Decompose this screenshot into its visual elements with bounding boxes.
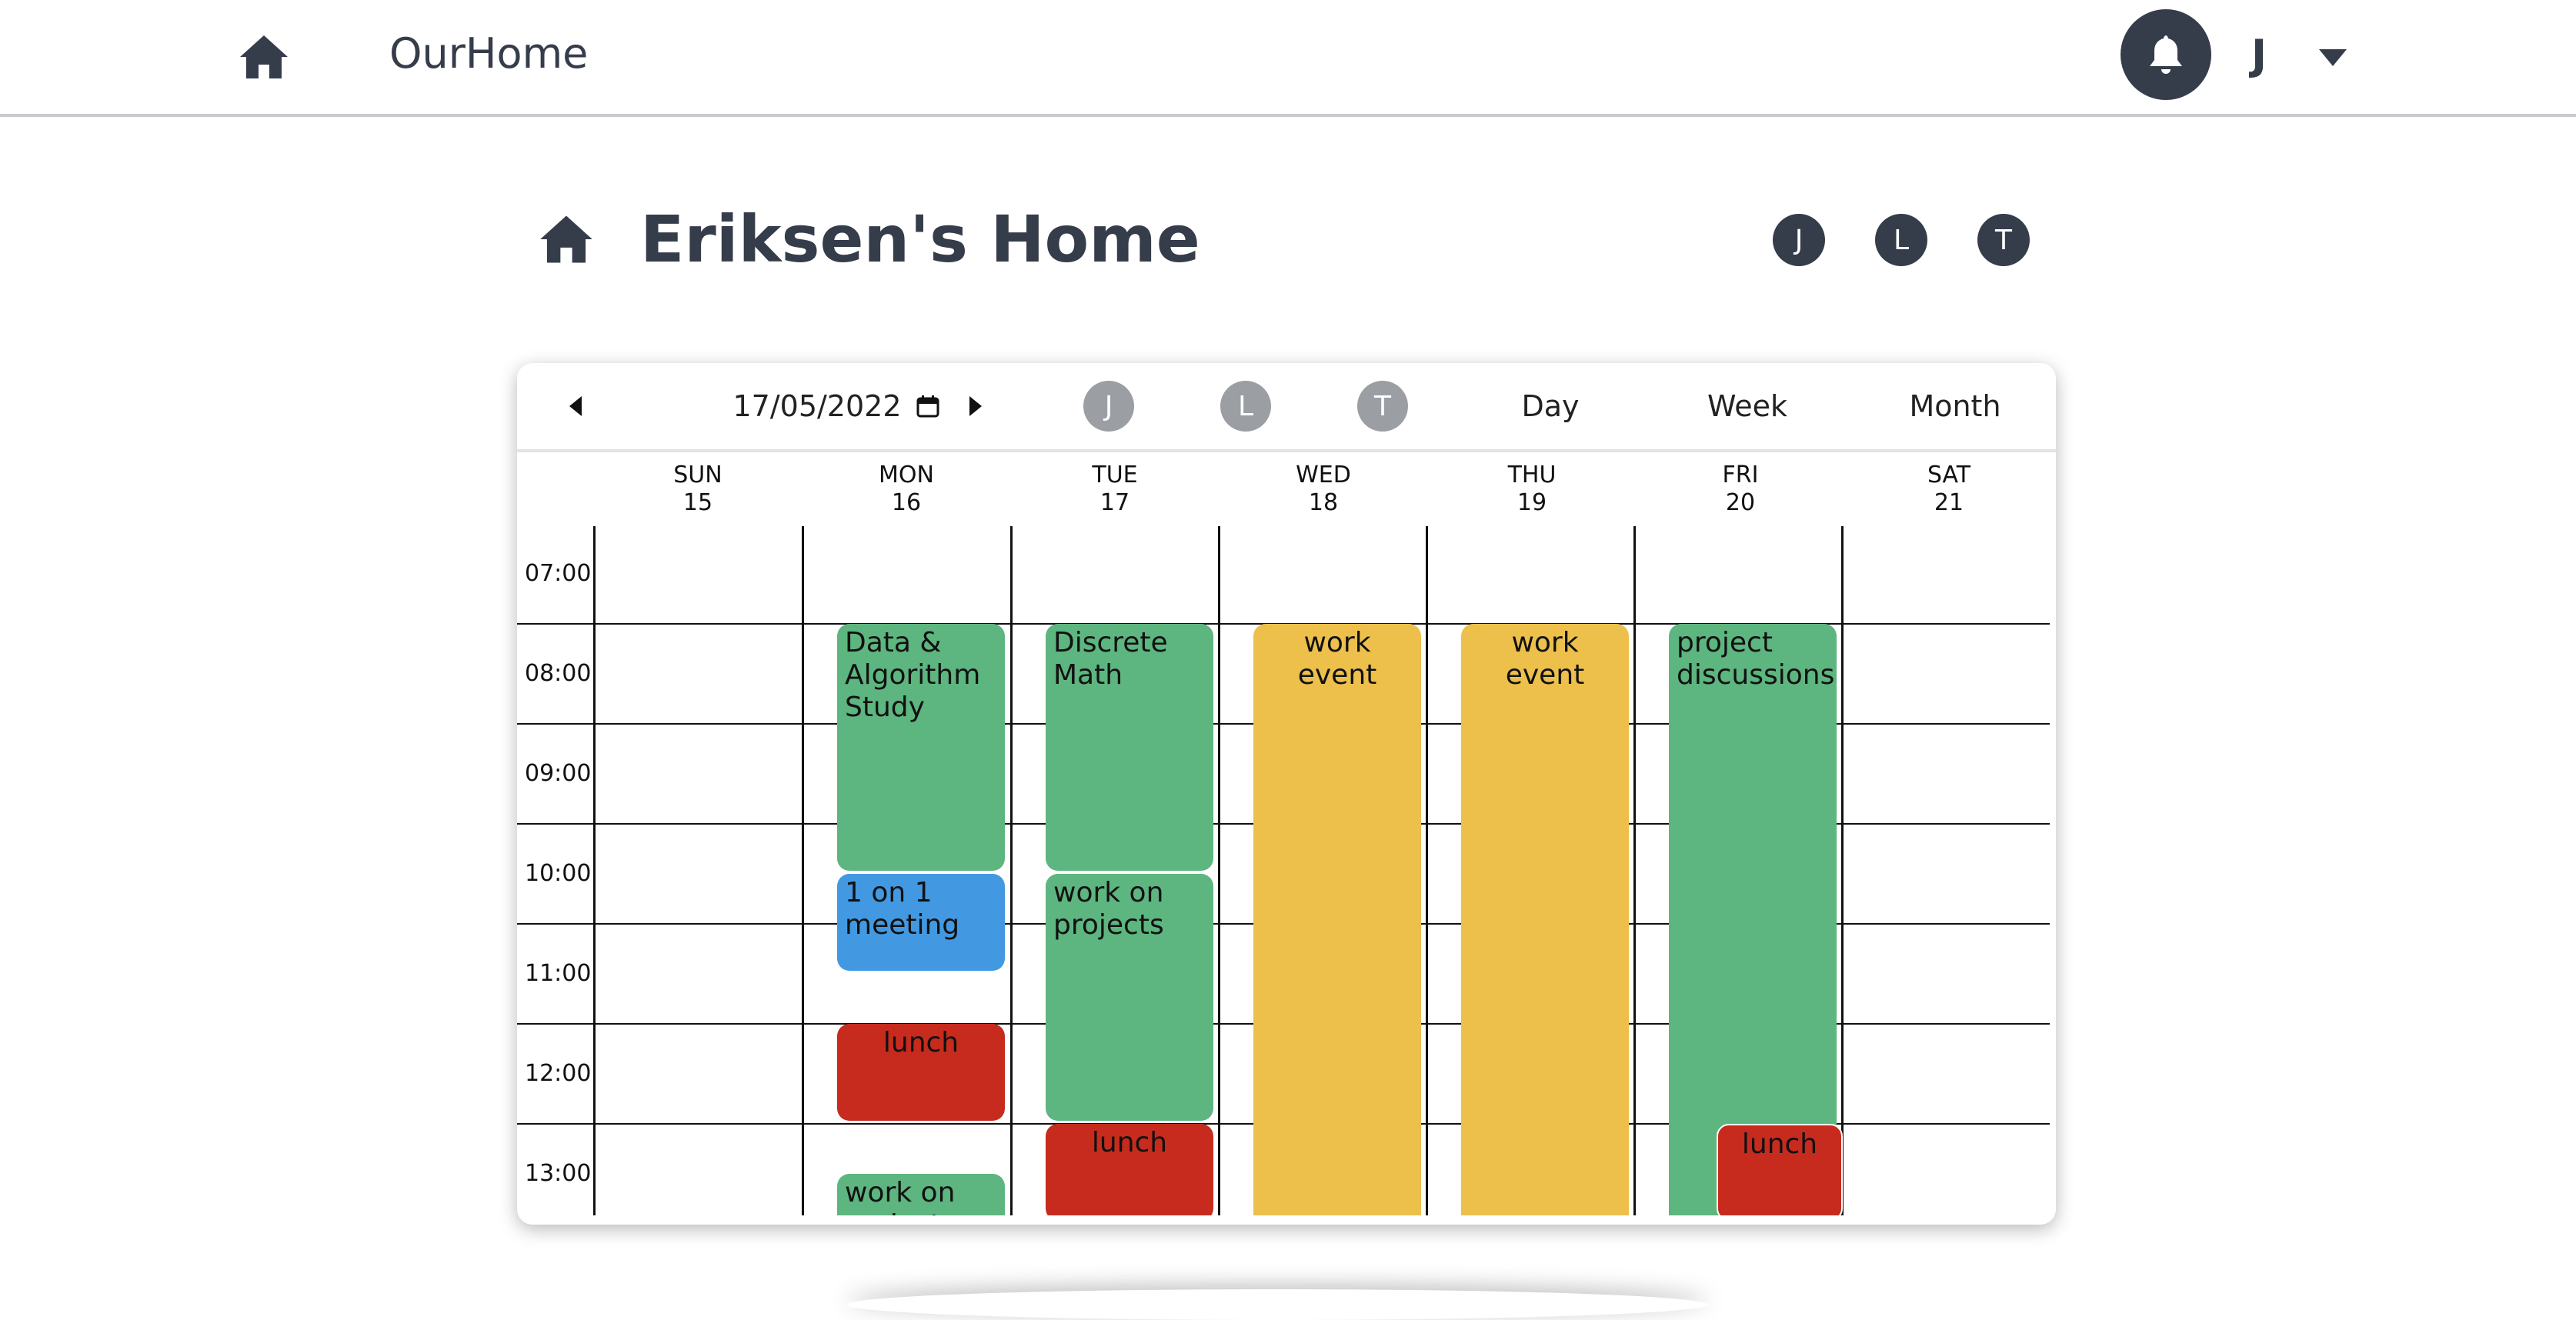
- time-label: 09:00: [525, 760, 592, 787]
- event-title: Discrete Math: [1053, 627, 1168, 691]
- time-label: 10:00: [525, 860, 592, 887]
- calendar-event[interactable]: 1 on 1 meeting: [837, 874, 1005, 971]
- notifications-bell-icon[interactable]: [2121, 9, 2211, 100]
- date-input-value[interactable]: 17/05/2022: [732, 389, 901, 423]
- filter-member-l[interactable]: L: [1220, 363, 1271, 449]
- event-title: Data & Algorithm Study: [845, 627, 981, 723]
- view-month-button[interactable]: Month: [1859, 363, 2051, 449]
- grid-column-line: [1010, 526, 1013, 1215]
- event-title: work on projects: [845, 1177, 956, 1215]
- event-title: work on projects: [1053, 877, 1164, 941]
- day-header-wed: WED 18: [1220, 462, 1427, 517]
- event-title: work event: [1297, 627, 1377, 691]
- member-avatar-l[interactable]: L: [1875, 214, 1927, 266]
- day-number: 16: [891, 489, 922, 516]
- calendar-event[interactable]: Data & Algorithm Study: [837, 624, 1005, 871]
- day-number: 19: [1517, 489, 1547, 516]
- filter-member-t[interactable]: T: [1357, 363, 1408, 449]
- day-number: 17: [1099, 489, 1130, 516]
- day-header-mon: MON 16: [802, 462, 1010, 517]
- house-icon: [539, 214, 594, 265]
- grid-column-line: [1633, 526, 1636, 1215]
- day-header-tue: TUE 17: [1011, 462, 1219, 517]
- calendar-event[interactable]: work event: [1461, 624, 1629, 1215]
- filter-avatar[interactable]: J: [1083, 381, 1134, 432]
- day-name: MON: [879, 462, 934, 488]
- user-menu-initial[interactable]: J: [2251, 31, 2267, 79]
- member-avatar-j[interactable]: J: [1773, 214, 1825, 266]
- day-name: SAT: [1927, 462, 1971, 488]
- time-label: 13:00: [525, 1160, 592, 1187]
- grid-column-line: [802, 526, 804, 1215]
- calendar-event[interactable]: lunch: [1717, 1124, 1843, 1215]
- event-title: lunch: [1741, 1128, 1818, 1160]
- calendar-picker-icon[interactable]: [889, 363, 966, 449]
- day-number: 20: [1725, 489, 1756, 516]
- home-icon[interactable]: [239, 34, 289, 80]
- top-navbar: OurHome J: [0, 0, 2576, 117]
- page-title: Eriksen's Home: [640, 202, 1200, 277]
- event-title: lunch: [883, 1027, 959, 1058]
- event-title: lunch: [1091, 1127, 1168, 1158]
- day-header-sun: SUN 15: [594, 462, 802, 517]
- brand-name[interactable]: OurHome: [389, 29, 588, 78]
- time-label: 12:00: [525, 1060, 592, 1087]
- prev-week-icon[interactable]: [559, 363, 592, 449]
- day-name: FRI: [1722, 462, 1759, 488]
- event-title: 1 on 1 meeting: [845, 877, 960, 941]
- calendar-event[interactable]: work on projects: [837, 1174, 1005, 1215]
- filter-avatar[interactable]: T: [1357, 381, 1408, 432]
- grid-column-line: [1841, 526, 1844, 1215]
- day-header-thu: THU 19: [1428, 462, 1636, 517]
- day-name: THU: [1507, 462, 1557, 488]
- bottom-panel-edge: [846, 1289, 1708, 1320]
- time-label: 08:00: [525, 660, 592, 687]
- day-name: TUE: [1092, 462, 1138, 488]
- week-time-grid[interactable]: 07:00 08:00 09:00 10:00 11:00 12:00 13:00 Data …: [517, 526, 2056, 1215]
- calendar-card: 17/05/2022 J L T Day Week Month SUN 15 MO…: [517, 363, 2056, 1225]
- calendar-event[interactable]: lunch: [837, 1024, 1005, 1121]
- event-title: project discussions: [1677, 627, 1835, 691]
- day-name: SUN: [673, 462, 722, 488]
- calendar-event[interactable]: work event: [1253, 624, 1421, 1215]
- time-label: 11:00: [525, 960, 592, 987]
- grid-column-line: [1218, 526, 1220, 1215]
- event-title: work event: [1505, 627, 1585, 691]
- time-label: 07:00: [525, 560, 592, 587]
- next-week-icon[interactable]: [959, 363, 993, 449]
- grid-column-line: [1426, 526, 1428, 1215]
- day-name: WED: [1296, 462, 1351, 488]
- calendar-event[interactable]: work on projects: [1046, 874, 1213, 1121]
- day-header-sat: SAT 21: [1845, 462, 2053, 517]
- day-number: 15: [682, 489, 713, 516]
- member-avatar-t[interactable]: T: [1977, 214, 2030, 266]
- calendar-toolbar: 17/05/2022 J L T Day Week Month: [517, 363, 2056, 452]
- calendar-event[interactable]: Discrete Math: [1046, 624, 1213, 871]
- chevron-down-icon[interactable]: [2319, 49, 2347, 66]
- grid-column-line: [593, 526, 596, 1215]
- day-header-fri: FRI 20: [1637, 462, 1844, 517]
- day-number: 18: [1308, 489, 1339, 516]
- view-day-button[interactable]: Day: [1454, 363, 1647, 449]
- filter-avatar[interactable]: L: [1220, 381, 1271, 432]
- filter-member-j[interactable]: J: [1083, 363, 1134, 449]
- calendar-event[interactable]: lunch: [1046, 1124, 1213, 1215]
- day-number: 21: [1934, 489, 1964, 516]
- view-week-button[interactable]: Week: [1651, 363, 1844, 449]
